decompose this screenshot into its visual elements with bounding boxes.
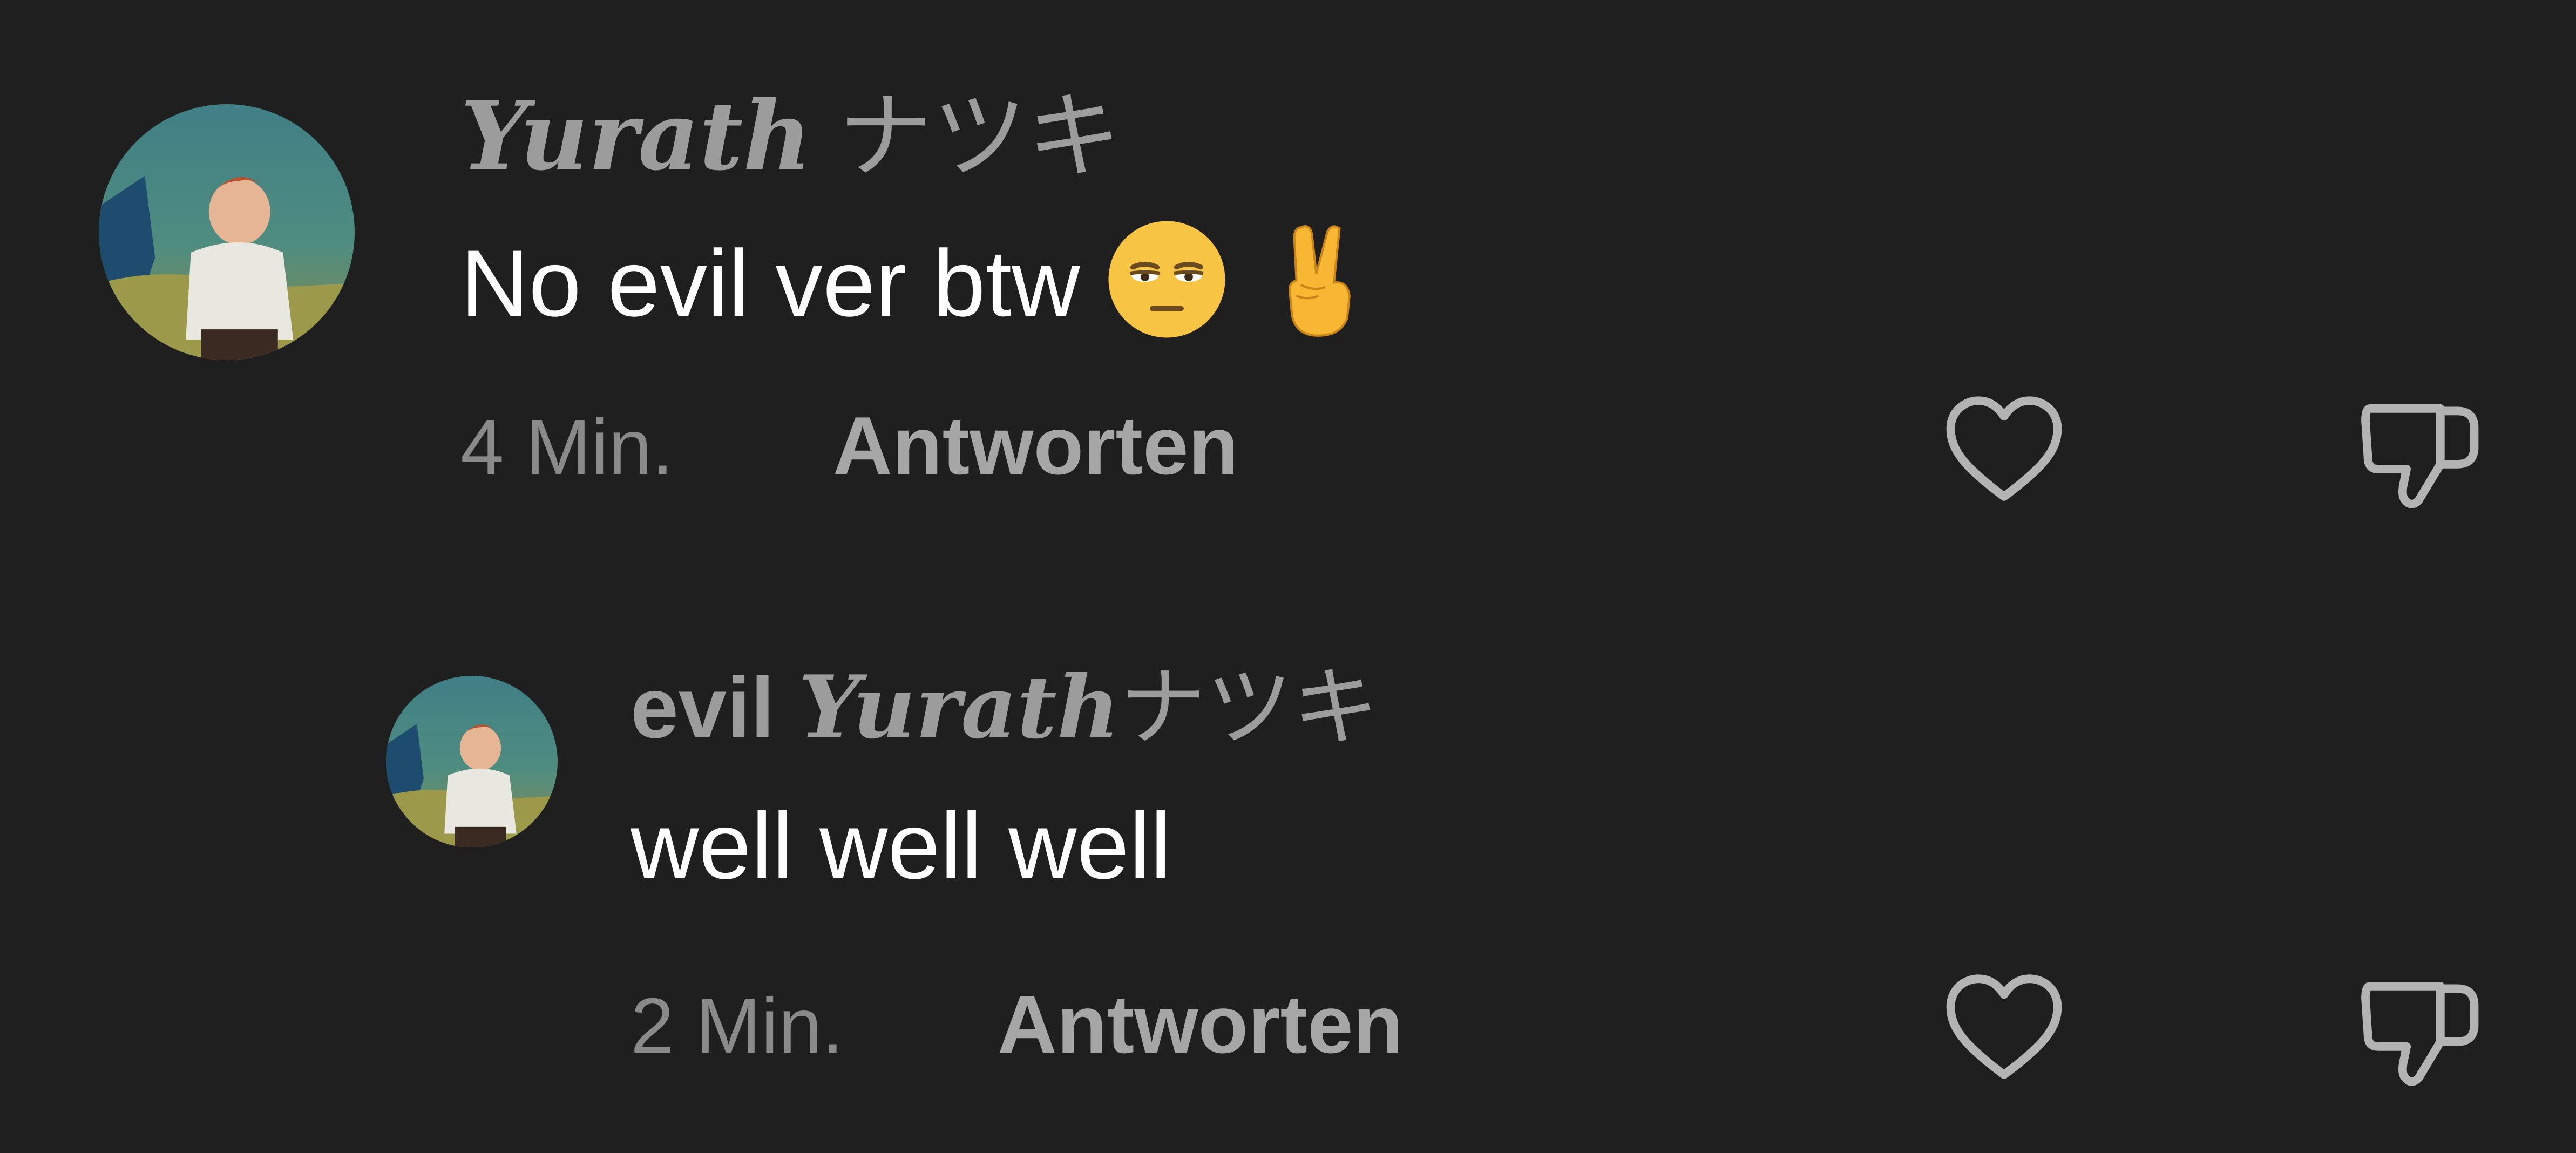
- reply-button[interactable]: Antworten: [833, 405, 1238, 487]
- username-stylized: Yurath: [460, 81, 812, 192]
- thumbs-down-icon[interactable]: [2359, 972, 2483, 1088]
- comment-username[interactable]: evil Yurathナツキ: [631, 664, 1379, 751]
- comment-text: No evil ver btw: [460, 219, 1370, 340]
- comment-username[interactable]: Yurath ナツキ: [460, 89, 1121, 184]
- username-suffix: ナツキ: [838, 84, 1122, 189]
- relieved-face-emoji: [1106, 219, 1228, 340]
- avatar[interactable]: [99, 104, 355, 360]
- reply-button[interactable]: Antworten: [998, 984, 1403, 1066]
- avatar-image: [99, 104, 355, 360]
- heart-icon[interactable]: [1943, 969, 2065, 1083]
- avatar[interactable]: [386, 676, 558, 847]
- heart-icon[interactable]: [1943, 391, 2065, 505]
- victory-hand-emoji: [1265, 219, 1370, 340]
- comment-text: well well well: [631, 793, 1171, 899]
- comment-timestamp: 4 Min.: [460, 403, 674, 491]
- avatar-image: [386, 676, 558, 847]
- reply-comment: evil Yurathナツキ well well well 2 Min. Ant…: [0, 572, 2576, 1153]
- comment-timestamp: 2 Min.: [631, 982, 844, 1069]
- username-stylized: Yurath: [798, 656, 1120, 758]
- thumbs-down-icon[interactable]: [2359, 394, 2483, 510]
- comment: Yurath ナツキ No evil ver btw 4 Min. Antwor…: [0, 0, 2576, 567]
- comment-body: No evil ver btw: [460, 231, 1080, 336]
- username-suffix: ナツキ: [1120, 659, 1379, 756]
- username-prefix: evil: [631, 659, 775, 756]
